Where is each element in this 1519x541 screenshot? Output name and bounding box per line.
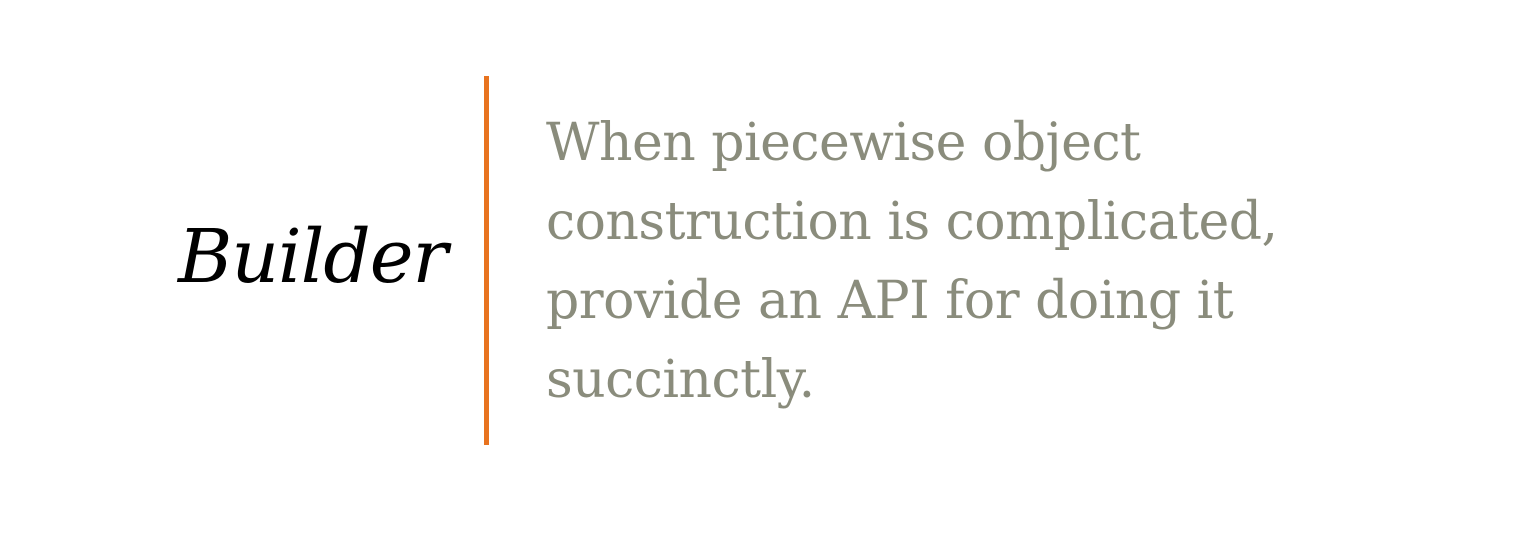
pattern-description: When piecewise object construction is co… — [546, 104, 1446, 420]
description-line: provide an API for doing it — [546, 271, 1234, 331]
vertical-divider — [484, 76, 489, 445]
description-line: When piecewise object — [546, 113, 1141, 173]
pattern-title: Builder — [178, 214, 448, 300]
description-line: succinctly. — [546, 350, 815, 410]
description-line: construction is complicated, — [546, 192, 1278, 252]
slide: Builder When piecewise object constructi… — [0, 0, 1519, 541]
